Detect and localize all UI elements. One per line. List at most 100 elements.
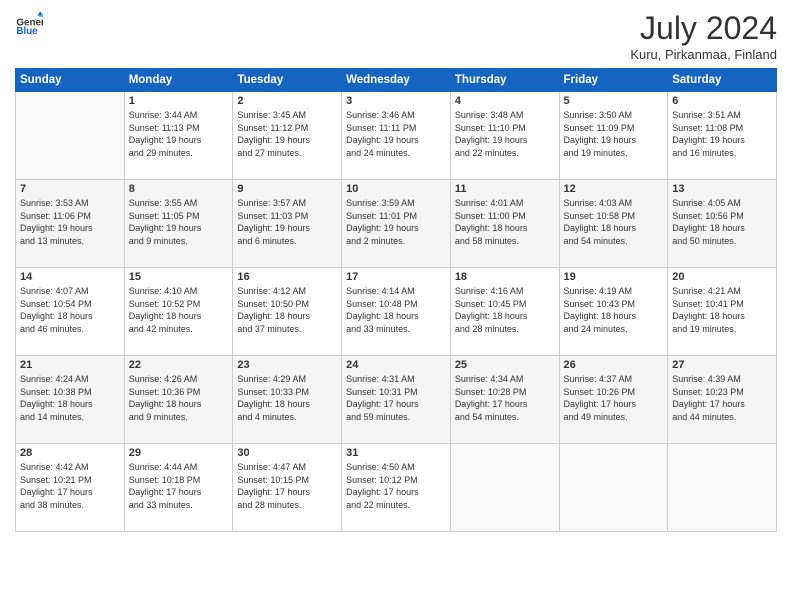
day-info: Sunrise: 4:10 AM Sunset: 10:52 PM Daylig… bbox=[129, 285, 229, 335]
day-info: Sunrise: 3:51 AM Sunset: 11:08 PM Daylig… bbox=[672, 109, 772, 159]
location-subtitle: Kuru, Pirkanmaa, Finland bbox=[630, 47, 777, 62]
day-info: Sunrise: 4:37 AM Sunset: 10:26 PM Daylig… bbox=[564, 373, 664, 423]
day-info: Sunrise: 4:50 AM Sunset: 10:12 PM Daylig… bbox=[346, 461, 446, 511]
header-monday: Monday bbox=[124, 69, 233, 92]
day-info: Sunrise: 3:57 AM Sunset: 11:03 PM Daylig… bbox=[237, 197, 337, 247]
table-row: 30 Sunrise: 4:47 AM Sunset: 10:15 PM Dayl… bbox=[233, 444, 342, 532]
table-row: 7 Sunrise: 3:53 AM Sunset: 11:06 PM Dayli… bbox=[16, 180, 125, 268]
month-year-title: July 2024 bbox=[630, 10, 777, 47]
table-row bbox=[450, 444, 559, 532]
logo-icon: General Blue bbox=[15, 10, 43, 38]
table-row: 22 Sunrise: 4:26 AM Sunset: 10:36 PM Dayl… bbox=[124, 356, 233, 444]
day-number: 19 bbox=[564, 271, 664, 283]
table-row: 26 Sunrise: 4:37 AM Sunset: 10:26 PM Dayl… bbox=[559, 356, 668, 444]
table-row: 27 Sunrise: 4:39 AM Sunset: 10:23 PM Dayl… bbox=[668, 356, 777, 444]
table-row bbox=[668, 444, 777, 532]
day-info: Sunrise: 4:44 AM Sunset: 10:18 PM Daylig… bbox=[129, 461, 229, 511]
day-number: 22 bbox=[129, 359, 229, 371]
day-number: 31 bbox=[346, 447, 446, 459]
day-info: Sunrise: 3:55 AM Sunset: 11:05 PM Daylig… bbox=[129, 197, 229, 247]
day-info: Sunrise: 4:01 AM Sunset: 11:00 PM Daylig… bbox=[455, 197, 555, 247]
table-row: 25Sunrise: 4:34 AM Sunset: 10:28 PM Dayl… bbox=[450, 356, 559, 444]
day-number: 3 bbox=[346, 95, 446, 107]
table-row: 11 Sunrise: 4:01 AM Sunset: 11:00 PM Dayl… bbox=[450, 180, 559, 268]
table-row: 19 Sunrise: 4:19 AM Sunset: 10:43 PM Dayl… bbox=[559, 268, 668, 356]
day-number: 27 bbox=[672, 359, 772, 371]
table-row: 28Sunrise: 4:42 AM Sunset: 10:21 PM Dayl… bbox=[16, 444, 125, 532]
calendar-week-row: 7 Sunrise: 3:53 AM Sunset: 11:06 PM Dayli… bbox=[16, 180, 777, 268]
day-number: 30 bbox=[237, 447, 337, 459]
calendar-week-row: 21Sunrise: 4:24 AM Sunset: 10:38 PM Dayl… bbox=[16, 356, 777, 444]
table-row: 5 Sunrise: 3:50 AM Sunset: 11:09 PM Dayli… bbox=[559, 92, 668, 180]
day-number: 17 bbox=[346, 271, 446, 283]
table-row: 20Sunrise: 4:21 AM Sunset: 10:41 PM Dayl… bbox=[668, 268, 777, 356]
day-info: Sunrise: 3:46 AM Sunset: 11:11 PM Daylig… bbox=[346, 109, 446, 159]
day-number: 18 bbox=[455, 271, 555, 283]
table-row: 10 Sunrise: 3:59 AM Sunset: 11:01 PM Dayl… bbox=[342, 180, 451, 268]
day-number: 9 bbox=[237, 183, 337, 195]
day-number: 16 bbox=[237, 271, 337, 283]
header-tuesday: Tuesday bbox=[233, 69, 342, 92]
day-info: Sunrise: 4:42 AM Sunset: 10:21 PM Daylig… bbox=[20, 461, 120, 511]
day-number: 26 bbox=[564, 359, 664, 371]
day-number: 10 bbox=[346, 183, 446, 195]
day-info: Sunrise: 4:07 AM Sunset: 10:54 PM Daylig… bbox=[20, 285, 120, 335]
day-info: Sunrise: 4:31 AM Sunset: 10:31 PM Daylig… bbox=[346, 373, 446, 423]
calendar-week-row: 1Sunrise: 3:44 AM Sunset: 11:13 PM Dayli… bbox=[16, 92, 777, 180]
table-row: 6 Sunrise: 3:51 AM Sunset: 11:08 PM Dayli… bbox=[668, 92, 777, 180]
day-info: Sunrise: 4:26 AM Sunset: 10:36 PM Daylig… bbox=[129, 373, 229, 423]
day-number: 24 bbox=[346, 359, 446, 371]
day-number: 5 bbox=[564, 95, 664, 107]
day-info: Sunrise: 4:03 AM Sunset: 10:58 PM Daylig… bbox=[564, 197, 664, 247]
day-number: 4 bbox=[455, 95, 555, 107]
day-info: Sunrise: 3:50 AM Sunset: 11:09 PM Daylig… bbox=[564, 109, 664, 159]
header-saturday: Saturday bbox=[668, 69, 777, 92]
logo: General Blue bbox=[15, 10, 43, 38]
day-number: 12 bbox=[564, 183, 664, 195]
day-number: 14 bbox=[20, 271, 120, 283]
table-row: 17 Sunrise: 4:14 AM Sunset: 10:48 PM Dayl… bbox=[342, 268, 451, 356]
page: General Blue July 2024 Kuru, Pirkanmaa, … bbox=[0, 0, 792, 612]
table-row: 9 Sunrise: 3:57 AM Sunset: 11:03 PM Dayli… bbox=[233, 180, 342, 268]
day-number: 23 bbox=[237, 359, 337, 371]
day-number: 11 bbox=[455, 183, 555, 195]
header-thursday: Thursday bbox=[450, 69, 559, 92]
day-info: Sunrise: 4:29 AM Sunset: 10:33 PM Daylig… bbox=[237, 373, 337, 423]
table-row: 21Sunrise: 4:24 AM Sunset: 10:38 PM Dayl… bbox=[16, 356, 125, 444]
day-info: Sunrise: 4:47 AM Sunset: 10:15 PM Daylig… bbox=[237, 461, 337, 511]
day-number: 7 bbox=[20, 183, 120, 195]
calendar-week-row: 28Sunrise: 4:42 AM Sunset: 10:21 PM Dayl… bbox=[16, 444, 777, 532]
table-row: 14 Sunrise: 4:07 AM Sunset: 10:54 PM Dayl… bbox=[16, 268, 125, 356]
table-row: 23 Sunrise: 4:29 AM Sunset: 10:33 PM Dayl… bbox=[233, 356, 342, 444]
table-row: 13Sunrise: 4:05 AM Sunset: 10:56 PM Dayl… bbox=[668, 180, 777, 268]
day-info: Sunrise: 3:48 AM Sunset: 11:10 PM Daylig… bbox=[455, 109, 555, 159]
header-friday: Friday bbox=[559, 69, 668, 92]
table-row: 24 Sunrise: 4:31 AM Sunset: 10:31 PM Dayl… bbox=[342, 356, 451, 444]
table-row: 15 Sunrise: 4:10 AM Sunset: 10:52 PM Dayl… bbox=[124, 268, 233, 356]
day-info: Sunrise: 3:59 AM Sunset: 11:01 PM Daylig… bbox=[346, 197, 446, 247]
day-info: Sunrise: 4:21 AM Sunset: 10:41 PM Daylig… bbox=[672, 285, 772, 335]
table-row bbox=[559, 444, 668, 532]
day-info: Sunrise: 4:24 AM Sunset: 10:38 PM Daylig… bbox=[20, 373, 120, 423]
header-wednesday: Wednesday bbox=[342, 69, 451, 92]
calendar-week-row: 14 Sunrise: 4:07 AM Sunset: 10:54 PM Dayl… bbox=[16, 268, 777, 356]
title-section: July 2024 Kuru, Pirkanmaa, Finland bbox=[630, 10, 777, 62]
day-number: 6 bbox=[672, 95, 772, 107]
table-row bbox=[16, 92, 125, 180]
table-row: 8Sunrise: 3:55 AM Sunset: 11:05 PM Dayli… bbox=[124, 180, 233, 268]
calendar-header-row: Sunday Monday Tuesday Wednesday Thursday… bbox=[16, 69, 777, 92]
day-info: Sunrise: 4:39 AM Sunset: 10:23 PM Daylig… bbox=[672, 373, 772, 423]
table-row: 4 Sunrise: 3:48 AM Sunset: 11:10 PM Dayli… bbox=[450, 92, 559, 180]
svg-text:Blue: Blue bbox=[16, 26, 38, 37]
day-number: 15 bbox=[129, 271, 229, 283]
header-sunday: Sunday bbox=[16, 69, 125, 92]
day-info: Sunrise: 4:14 AM Sunset: 10:48 PM Daylig… bbox=[346, 285, 446, 335]
day-info: Sunrise: 3:53 AM Sunset: 11:06 PM Daylig… bbox=[20, 197, 120, 247]
table-row: 1Sunrise: 3:44 AM Sunset: 11:13 PM Dayli… bbox=[124, 92, 233, 180]
day-info: Sunrise: 4:19 AM Sunset: 10:43 PM Daylig… bbox=[564, 285, 664, 335]
day-info: Sunrise: 4:34 AM Sunset: 10:28 PM Daylig… bbox=[455, 373, 555, 423]
table-row: 12 Sunrise: 4:03 AM Sunset: 10:58 PM Dayl… bbox=[559, 180, 668, 268]
calendar-table: Sunday Monday Tuesday Wednesday Thursday… bbox=[15, 68, 777, 532]
table-row: 31 Sunrise: 4:50 AM Sunset: 10:12 PM Dayl… bbox=[342, 444, 451, 532]
day-number: 29 bbox=[129, 447, 229, 459]
